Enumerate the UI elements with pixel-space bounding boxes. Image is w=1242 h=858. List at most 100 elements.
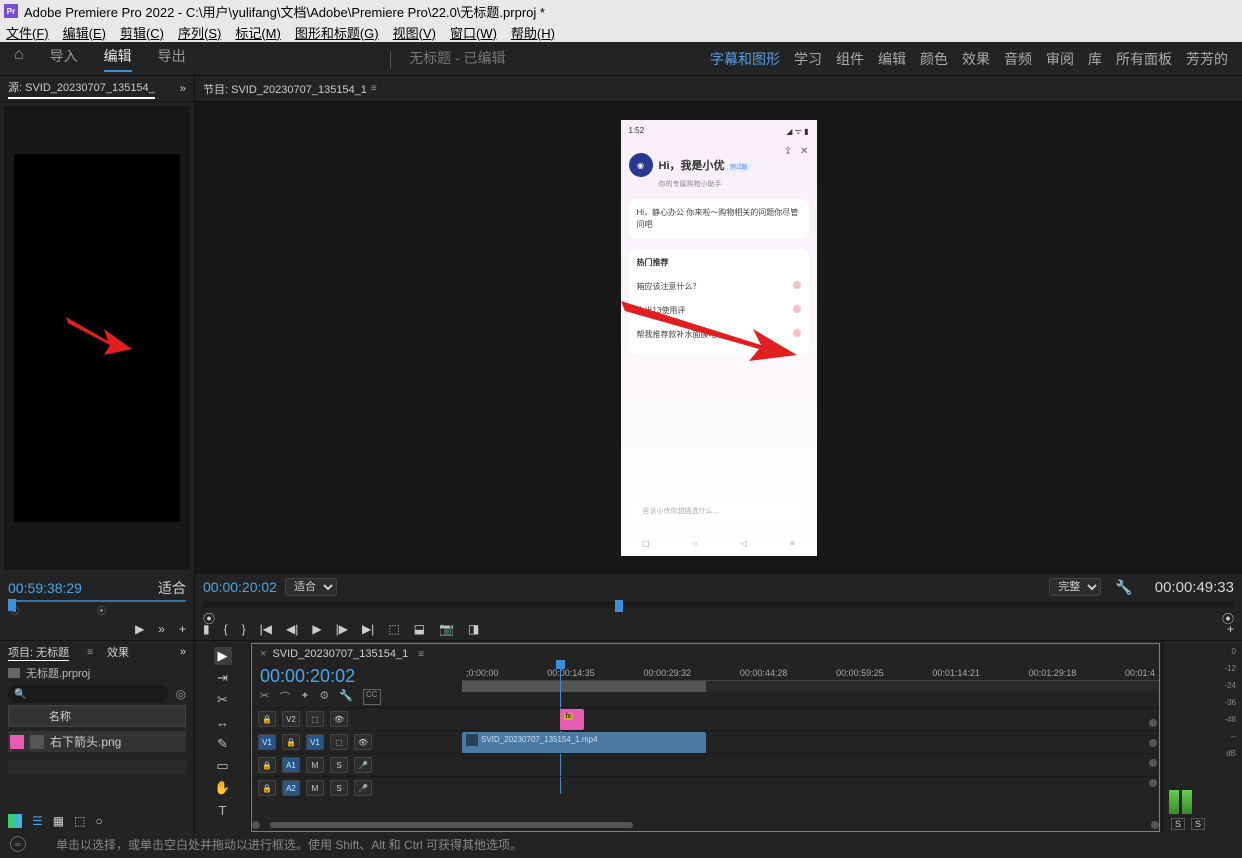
source-viewer[interactable] — [4, 106, 190, 570]
linked-sel-icon[interactable]: ⌒ — [279, 689, 290, 705]
mark-out-icon[interactable]: } — [242, 622, 246, 636]
ws-captions[interactable]: 字幕和图形 — [710, 49, 780, 69]
mic-icon[interactable]: 🎤 — [354, 757, 372, 773]
ws-custom[interactable]: 芳芳的 — [1186, 49, 1228, 69]
lane-v1[interactable]: SVID_20230707_135154_1.mp4 — [462, 730, 1159, 753]
ws-editing[interactable]: 编辑 — [878, 49, 906, 69]
play-icon[interactable]: ▶ — [135, 622, 144, 636]
menu-window[interactable]: 窗口(W) — [450, 23, 497, 42]
track-a2-header[interactable]: 🔒 A2 M S 🎤 — [252, 776, 462, 799]
source-v1[interactable]: V1 — [258, 734, 276, 750]
track-select-tool-icon[interactable]: ⇥ — [214, 669, 232, 687]
type-tool-icon[interactable]: T — [214, 801, 232, 819]
hand-tool-icon[interactable]: ✋ — [214, 779, 232, 797]
icon-view-icon[interactable]: ▦ — [53, 814, 64, 828]
nav-import[interactable]: 导入 — [50, 46, 78, 72]
panel-menu-icon[interactable]: ≡ — [371, 83, 377, 94]
eye-icon[interactable]: 👁 — [354, 734, 372, 750]
scroll-end-icon[interactable] — [252, 821, 260, 829]
track-content[interactable]: fx SVID_20230707_135154_1.mp4 — [462, 707, 1159, 819]
lane-v2[interactable]: fx — [462, 707, 1159, 730]
track-label[interactable]: A1 — [282, 757, 300, 773]
track-v2-header[interactable]: 🔒 V2 ⬚ 👁 — [252, 707, 462, 730]
menu-graphics[interactable]: 图形和标题(G) — [295, 23, 379, 42]
menu-view[interactable]: 视图(V) — [393, 23, 436, 42]
lane-a1[interactable] — [462, 753, 1159, 776]
clip-video[interactable]: SVID_20230707_135154_1.mp4 — [462, 732, 706, 753]
panel-overflow-icon[interactable]: » — [180, 83, 186, 95]
menu-markers[interactable]: 标记(M) — [235, 23, 281, 42]
razor-tool-icon[interactable]: ↔ — [214, 713, 232, 731]
freeform-icon[interactable]: ⬚ — [74, 814, 85, 828]
ws-effects[interactable]: 效果 — [962, 49, 990, 69]
add-button-icon[interactable]: + — [179, 622, 186, 636]
extract-icon[interactable]: ⬓ — [414, 622, 425, 636]
menu-file[interactable]: 文件(F) — [6, 23, 49, 42]
mark-in-icon[interactable]: { — [224, 622, 228, 636]
solo-l-button[interactable]: S — [1171, 818, 1185, 830]
source-scrub[interactable] — [8, 600, 186, 602]
solo-r-button[interactable]: S — [1191, 818, 1205, 830]
go-out-icon[interactable]: ▶| — [362, 622, 374, 636]
col-name[interactable]: 名称 — [8, 705, 186, 727]
export-frame-icon[interactable]: 📷 — [439, 622, 454, 636]
ws-allpanels[interactable]: 所有面板 — [1116, 49, 1172, 69]
source-timecode[interactable]: 00:59:38:29 — [8, 580, 82, 596]
clip-graphic[interactable]: fx — [560, 709, 584, 730]
close-tab-icon[interactable]: × — [260, 648, 266, 660]
step-back-icon[interactable]: ◀| — [286, 622, 298, 636]
mute-button[interactable]: M — [306, 757, 324, 773]
pen-tool-icon[interactable]: ▭ — [214, 757, 232, 775]
sequence-tab[interactable]: SVID_20230707_135154_1 — [272, 648, 408, 660]
track-a1-header[interactable]: 🔒 A1 M S 🎤 — [252, 753, 462, 776]
source-tab[interactable]: 源: SVID_20230707_135154_ — [8, 79, 155, 99]
track-label[interactable]: V1 — [306, 734, 324, 750]
project-item-empty[interactable] — [8, 760, 186, 774]
cc-icon[interactable]: CC — [363, 689, 381, 705]
solo-button[interactable]: S — [330, 780, 348, 796]
ws-learning[interactable]: 学习 — [794, 49, 822, 69]
menu-edit[interactable]: 编辑(E) — [63, 23, 106, 42]
project-item[interactable]: 右下箭头.png — [8, 731, 186, 752]
mic-icon[interactable]: 🎤 — [354, 780, 372, 796]
play-icon[interactable]: ▶ — [312, 622, 321, 636]
lock-icon[interactable]: 🔒 — [258, 757, 276, 773]
solo-button[interactable]: S — [330, 757, 348, 773]
nav-edit[interactable]: 编辑 — [104, 46, 132, 72]
lock-icon[interactable]: 🔒 — [282, 734, 300, 750]
go-in-icon[interactable]: |◀ — [260, 622, 272, 636]
selection-tool-icon[interactable]: ▶ — [214, 647, 232, 665]
scroll-thumb[interactable] — [270, 822, 633, 828]
tab-effects[interactable]: 效果 — [107, 644, 129, 660]
comparison-icon[interactable]: ◨ — [468, 622, 479, 636]
program-quality-select[interactable]: 完整 — [1049, 578, 1101, 596]
program-tc-left[interactable]: 00:00:20:02 — [203, 579, 277, 595]
source-zoom-label[interactable]: 适合 — [158, 578, 186, 598]
lift-icon[interactable]: ⬚ — [388, 622, 399, 636]
wrench-icon[interactable]: 🔧 — [339, 689, 353, 705]
step-fwd-icon[interactable]: |▶ — [336, 622, 348, 636]
lock-icon[interactable]: 🔒 — [258, 711, 276, 727]
search-input[interactable]: 🔍 — [8, 685, 168, 703]
sync-lock-icon[interactable]: ⬚ — [306, 711, 324, 727]
track-label[interactable]: V2 — [282, 711, 300, 727]
mute-button[interactable]: M — [306, 780, 324, 796]
track-v1-header[interactable]: V1 🔒 V1 ⬚ 👁 — [252, 730, 462, 753]
panel-menu-icon[interactable]: ≡ — [87, 647, 93, 658]
ws-assembly[interactable]: 组件 — [836, 49, 864, 69]
eye-icon[interactable]: 👁 — [330, 711, 348, 727]
program-tab[interactable]: 节目: SVID_20230707_135154_1 — [203, 81, 367, 97]
ripple-tool-icon[interactable]: ✂ — [214, 691, 232, 709]
wrench-icon[interactable]: 🔧 — [1115, 579, 1132, 596]
ws-color[interactable]: 颜色 — [920, 49, 948, 69]
timeline-timecode[interactable]: 00:00:20:02 — [260, 666, 454, 687]
pencil-icon[interactable] — [8, 814, 22, 828]
lock-icon[interactable]: 🔒 — [258, 780, 276, 796]
program-viewer[interactable]: 1:52◢ ᯤ ▮ ⇪✕ ◉ Hi，我是小优 测试版 你的专属购物小助手 Hi，… — [195, 102, 1242, 574]
new-bin-icon[interactable]: ◎ — [176, 687, 186, 701]
track-label[interactable]: A2 — [282, 780, 300, 796]
nav-export[interactable]: 导出 — [158, 46, 186, 72]
ws-libraries[interactable]: 库 — [1088, 49, 1102, 69]
scroll-end-icon[interactable] — [1151, 821, 1159, 829]
overflow-icon[interactable]: » — [158, 622, 165, 636]
